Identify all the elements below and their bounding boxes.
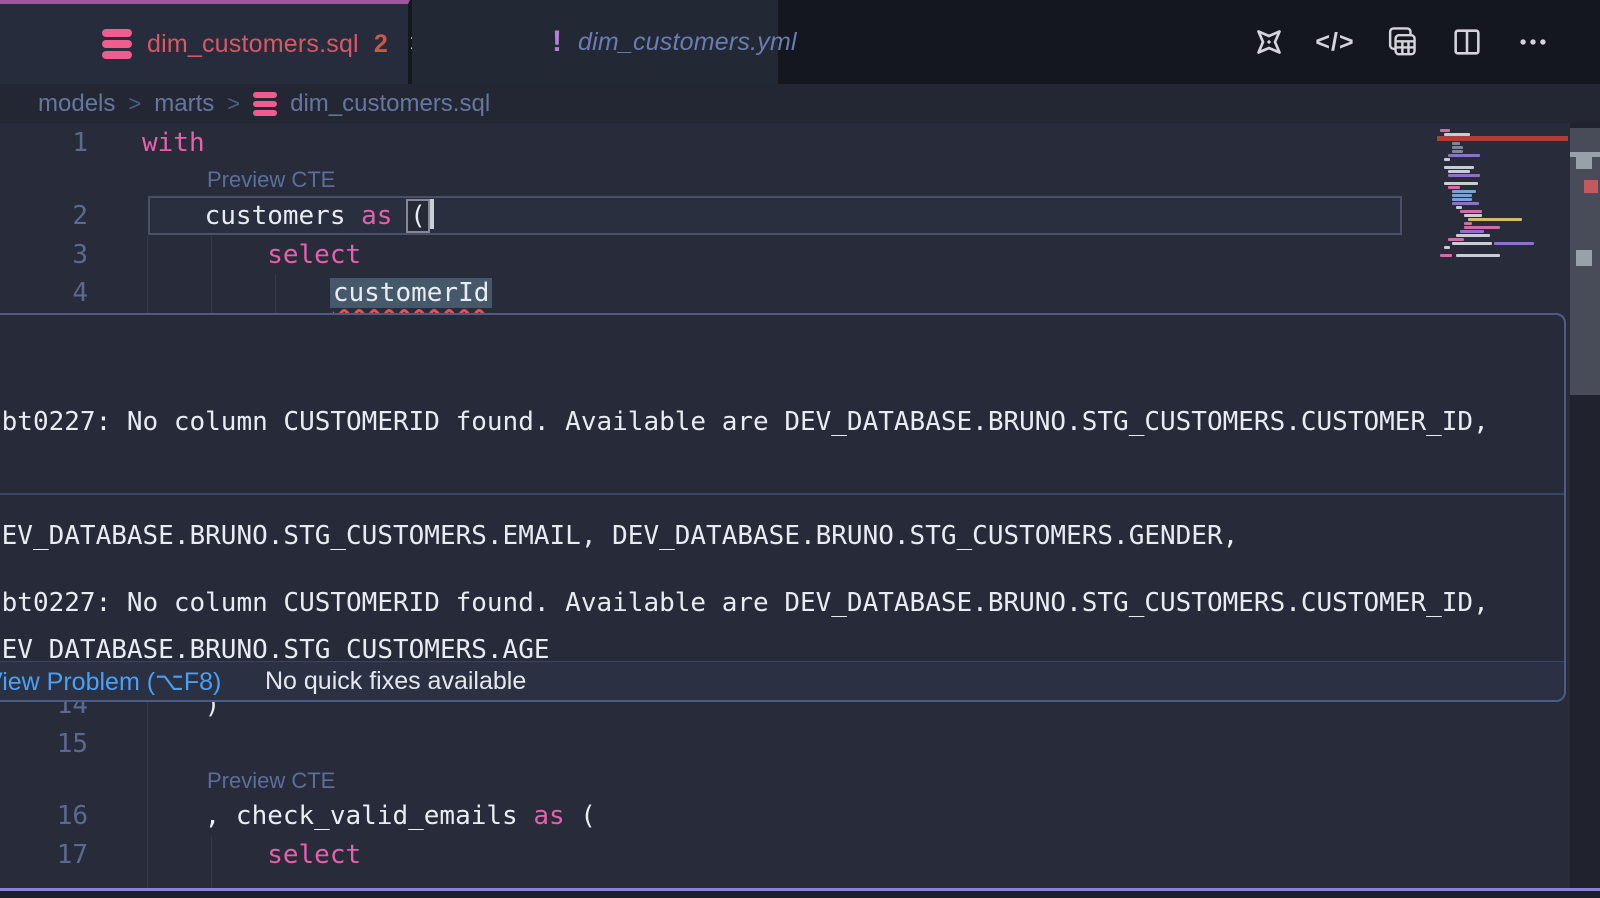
breadcrumb-item-file[interactable]: dim_customers.sql [290,90,490,118]
line-number: 1 [0,124,88,163]
breadcrumb-item-marts[interactable]: marts [154,90,214,118]
more-actions-icon[interactable] [1514,23,1552,61]
minimap-error-line [1437,136,1568,141]
tab-problem-count-badge: 2 [374,30,388,59]
scrollbar-decoration [1576,250,1592,266]
view-problem-link[interactable]: View Problem (⌥F8) [0,667,221,697]
split-editor-icon[interactable] [1448,23,1486,61]
tab-dim-customers-yml[interactable]: ! dim_customers.yml [412,0,778,84]
line-number: 15 [0,725,88,764]
code-line[interactable]: 4 customerId [0,274,1430,313]
chevron-right-icon: > [227,91,240,117]
chevron-right-icon: > [128,91,141,117]
scrollbar[interactable] [1570,123,1600,888]
bottom-strip [0,891,1600,898]
database-icon [102,29,132,59]
code-line[interactable]: 3 select [0,236,1430,275]
breadcrumb: models > marts > dim_customers.sql [0,84,1600,123]
code-line[interactable]: 2 customers as ( [0,197,1430,236]
code-line[interactable]: 1with [0,124,1430,163]
codelens-preview-cte[interactable]: Preview CTE [207,764,335,798]
error-hover-panel: dbt0227: No column CUSTOMERID found. Ava… [0,313,1566,702]
line-number: 17 [0,836,88,875]
no-quick-fixes-label: No quick fixes available [265,667,526,696]
text-cursor [430,199,434,229]
tab-label: dim_customers.yml [578,28,797,57]
code-line[interactable]: 16 , check_valid_emails as ( [0,797,1430,836]
line-number: 4 [0,274,88,313]
tab-dim-customers-sql[interactable]: dim_customers.sql 2 × [0,0,410,84]
code-line[interactable]: 15 [0,725,1430,764]
code-icon[interactable]: </> [1316,23,1354,61]
scrollbar-decoration [1576,157,1592,169]
warning-icon: ! [552,25,562,59]
vscode-window: dim_customers.sql 2 × ! dim_customers.ym… [0,0,1600,898]
query-results-icon[interactable] [1382,23,1420,61]
hover-status-bar: View Problem (⌥F8) No quick fixes availa… [0,662,1566,702]
editor-tab-bar: dim_customers.sql 2 × ! dim_customers.ym… [0,0,1600,84]
line-number: 3 [0,236,88,275]
scrollbar-decoration [1584,180,1598,193]
dbt-extension-icon[interactable] [1250,23,1288,61]
tab-label: dim_customers.sql [147,30,359,59]
divider [0,493,1566,495]
breadcrumb-item-models[interactable]: models [38,90,115,118]
code-line[interactable]: 17 select [0,836,1430,875]
editor-actions-toolbar: </> [1250,0,1552,84]
line-number: 16 [0,797,88,836]
codelens-preview-cte[interactable]: Preview CTE [207,163,335,197]
error-token: customerId [330,278,493,308]
line-number: 2 [0,197,88,236]
database-icon [253,92,277,116]
